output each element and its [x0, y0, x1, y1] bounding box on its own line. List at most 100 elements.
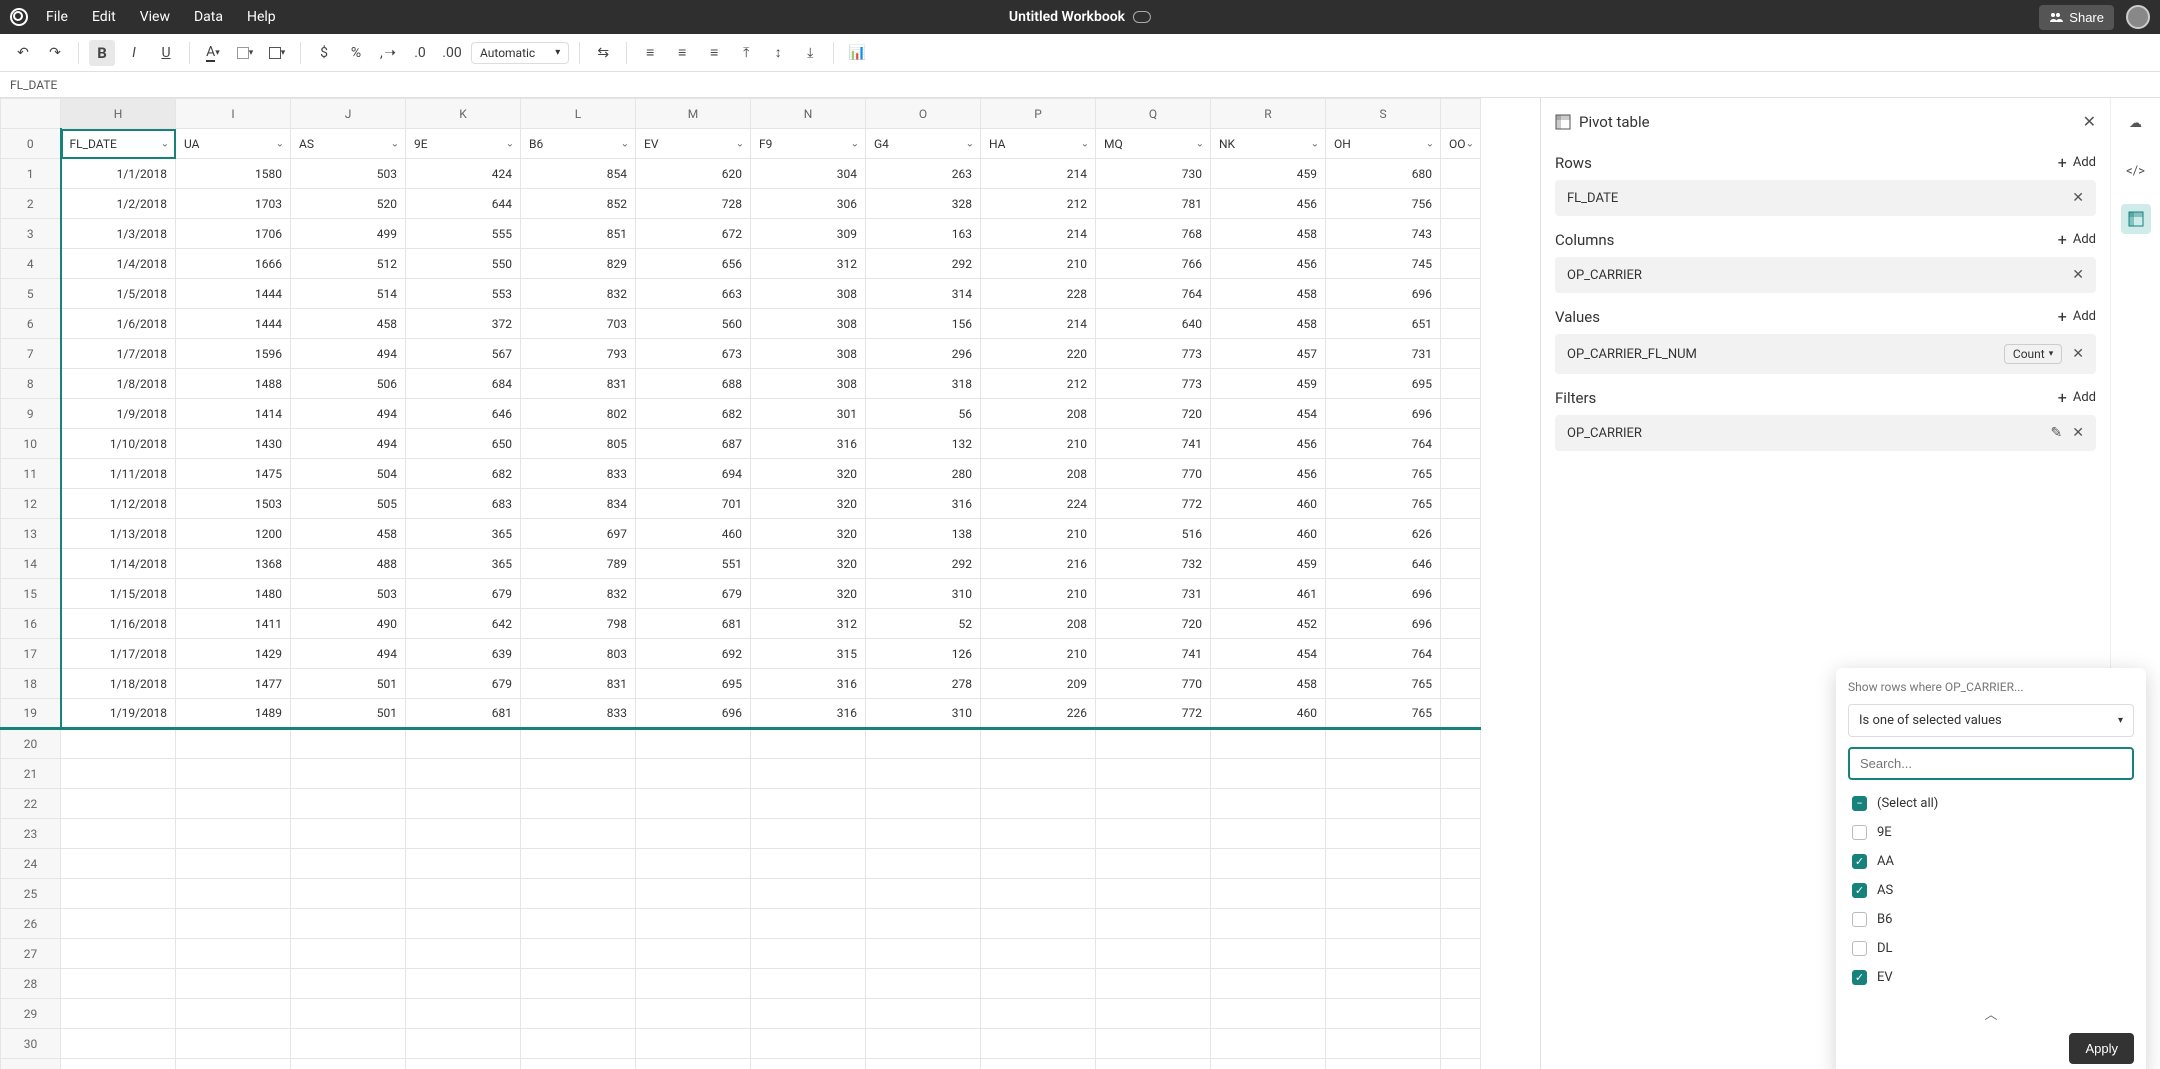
column-header[interactable]: H [61, 99, 176, 129]
empty-cell[interactable] [1211, 759, 1326, 789]
row-number[interactable]: 19 [1, 699, 61, 729]
column-header[interactable] [1441, 99, 1481, 129]
data-cell[interactable]: 692 [636, 639, 751, 669]
empty-cell[interactable] [176, 1029, 291, 1059]
empty-cell[interactable] [291, 939, 406, 969]
data-cell[interactable]: 773 [1096, 339, 1211, 369]
row-number[interactable]: 21 [1, 759, 61, 789]
empty-cell[interactable] [61, 849, 176, 879]
data-cell[interactable]: 214 [981, 159, 1096, 189]
data-cell[interactable]: 214 [981, 309, 1096, 339]
data-cell[interactable]: 499 [291, 219, 406, 249]
empty-cell[interactable] [61, 939, 176, 969]
filter-chevron-icon[interactable]: ⌄ [1311, 138, 1319, 149]
fl-date-cell[interactable]: 1/16/2018 [61, 609, 176, 639]
column-header[interactable]: S [1326, 99, 1441, 129]
pivot-header-cell[interactable]: HA⌄ [981, 129, 1096, 159]
filter-option[interactable]: ✓AA [1848, 848, 2134, 875]
column-header[interactable]: R [1211, 99, 1326, 129]
data-cell[interactable]: 803 [521, 639, 636, 669]
data-cell[interactable]: 304 [751, 159, 866, 189]
workbook-title[interactable]: Untitled Workbook [1009, 9, 1151, 25]
data-cell[interactable]: 458 [1211, 309, 1326, 339]
menu-file[interactable]: File [46, 9, 68, 25]
empty-cell[interactable] [521, 939, 636, 969]
data-cell[interactable]: 730 [1096, 159, 1211, 189]
data-cell[interactable]: 1200 [176, 519, 291, 549]
data-cell[interactable]: 280 [866, 459, 981, 489]
data-cell[interactable]: 696 [1326, 609, 1441, 639]
empty-cell[interactable] [176, 909, 291, 939]
empty-cell[interactable] [406, 939, 521, 969]
filter-option[interactable]: DL [1848, 935, 2134, 962]
data-cell[interactable]: 424 [406, 159, 521, 189]
fl-date-cell[interactable]: 1/8/2018 [61, 369, 176, 399]
row-number[interactable]: 17 [1, 639, 61, 669]
data-cell[interactable]: 452 [1211, 609, 1326, 639]
empty-cell[interactable] [866, 1029, 981, 1059]
valign-bottom-button[interactable]: ⤓ [797, 40, 823, 66]
fl-date-cell[interactable]: 1/12/2018 [61, 489, 176, 519]
value-chip-op-carrier-fl-num[interactable]: OP_CARRIER_FL_NUM Count▾ ✕ [1555, 334, 2096, 374]
empty-cell[interactable] [866, 969, 981, 999]
empty-cell[interactable] [866, 1059, 981, 1069]
data-cell[interactable]: 741 [1096, 639, 1211, 669]
data-cell[interactable]: 732 [1096, 549, 1211, 579]
data-cell[interactable]: 695 [636, 669, 751, 699]
row-number[interactable]: 24 [1, 849, 61, 879]
data-cell[interactable]: 208 [981, 459, 1096, 489]
remove-row-button[interactable]: ✕ [2072, 190, 2084, 206]
italic-button[interactable]: I [121, 40, 147, 66]
data-cell[interactable]: 504 [291, 459, 406, 489]
text-color-button[interactable]: A ▾ [200, 40, 226, 66]
data-cell[interactable]: 372 [406, 309, 521, 339]
data-cell[interactable]: 765 [1326, 459, 1441, 489]
data-cell[interactable]: 687 [636, 429, 751, 459]
fl-date-cell[interactable]: 1/7/2018 [61, 339, 176, 369]
filter-option[interactable]: B6 [1848, 906, 2134, 933]
data-cell[interactable]: 310 [866, 699, 981, 729]
data-cell[interactable]: 1503 [176, 489, 291, 519]
data-cell[interactable]: 697 [521, 519, 636, 549]
data-cell[interactable]: 696 [1326, 399, 1441, 429]
row-number[interactable]: 23 [1, 819, 61, 849]
data-cell[interactable]: 460 [1211, 699, 1326, 729]
column-chip-op-carrier[interactable]: OP_CARRIER ✕ [1555, 257, 2096, 293]
data-cell[interactable]: 1480 [176, 579, 291, 609]
data-cell[interactable]: 766 [1096, 249, 1211, 279]
data-cell[interactable]: 567 [406, 339, 521, 369]
empty-cell[interactable] [981, 819, 1096, 849]
data-cell[interactable]: 743 [1326, 219, 1441, 249]
data-cell[interactable]: 1706 [176, 219, 291, 249]
empty-cell[interactable] [1441, 759, 1481, 789]
data-cell[interactable]: 639 [406, 639, 521, 669]
data-cell[interactable]: 318 [866, 369, 981, 399]
data-cell[interactable]: 210 [981, 579, 1096, 609]
row-number[interactable]: 26 [1, 909, 61, 939]
close-panel-button[interactable]: ✕ [2083, 112, 2096, 131]
empty-cell[interactable] [1211, 849, 1326, 879]
align-right-button[interactable]: ≡ [701, 40, 727, 66]
data-cell[interactable]: 834 [521, 489, 636, 519]
pivot-header-cell[interactable]: NK⌄ [1211, 129, 1326, 159]
empty-cell[interactable] [1326, 1029, 1441, 1059]
empty-cell[interactable] [406, 759, 521, 789]
empty-cell[interactable] [406, 909, 521, 939]
data-cell[interactable]: 550 [406, 249, 521, 279]
data-cell[interactable]: 1444 [176, 309, 291, 339]
data-cell[interactable]: 831 [521, 669, 636, 699]
empty-cell[interactable] [866, 909, 981, 939]
empty-cell[interactable] [1326, 939, 1441, 969]
empty-cell[interactable] [61, 999, 176, 1029]
data-cell[interactable]: 683 [406, 489, 521, 519]
row-number[interactable]: 12 [1, 489, 61, 519]
aggregation-select[interactable]: Count▾ [2004, 344, 2062, 364]
data-cell[interactable]: 308 [751, 369, 866, 399]
data-cell[interactable]: 663 [636, 279, 751, 309]
data-cell[interactable]: 292 [866, 249, 981, 279]
data-cell[interactable]: 560 [636, 309, 751, 339]
menu-view[interactable]: View [140, 9, 170, 25]
data-cell[interactable]: 720 [1096, 399, 1211, 429]
rail-cloud-button[interactable]: ☁ [2121, 108, 2151, 138]
column-header[interactable]: K [406, 99, 521, 129]
